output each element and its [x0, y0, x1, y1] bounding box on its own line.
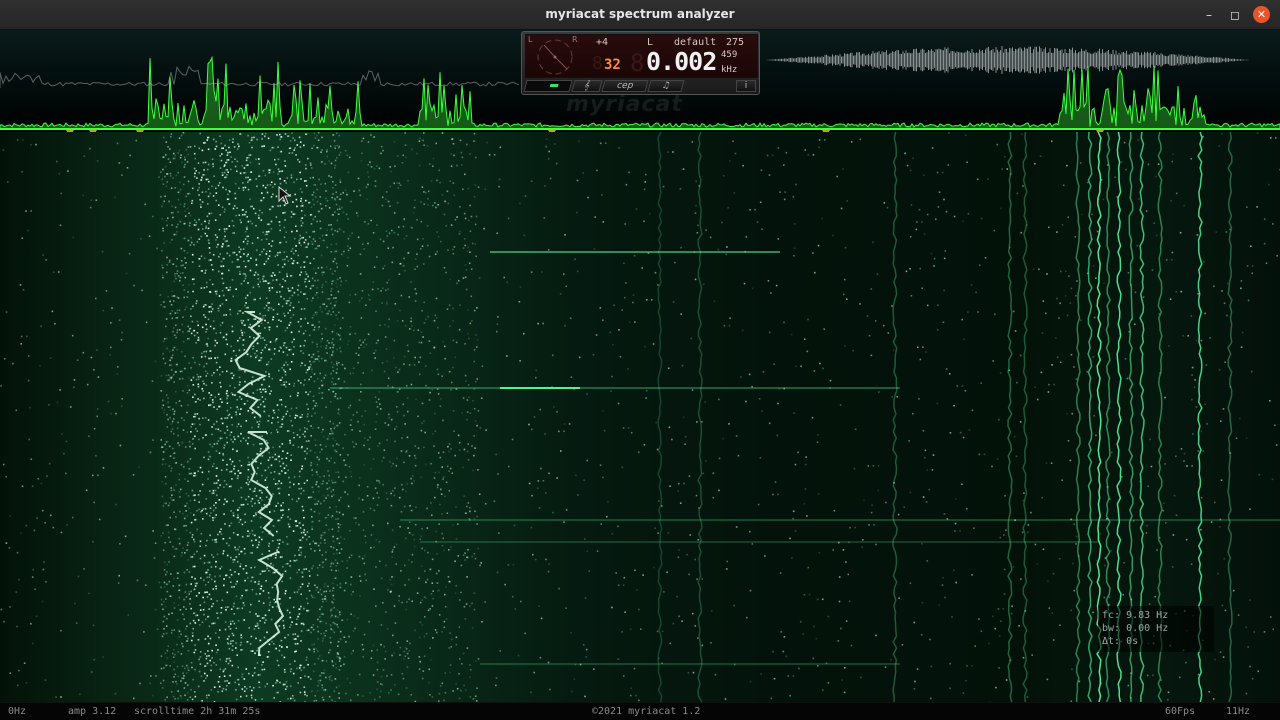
tone-line-14: [697, 132, 703, 702]
mouse-pointer-icon: [278, 186, 292, 205]
readout-center-frequency: fc: 9.83 Hz: [1102, 610, 1169, 621]
fps-label: 60Fps: [1165, 706, 1196, 717]
readout-bandwidth: bw: 0.00 Hz: [1102, 623, 1169, 634]
waterfall-canvas: [0, 132, 1280, 702]
tone-line-2: [1087, 132, 1093, 702]
lcd-ghost-digit: 8: [592, 53, 603, 74]
readout-time-delta: Δt: 0s: [1102, 636, 1139, 647]
tone-line-10: [1227, 132, 1233, 702]
amplitude-label[interactable]: amp 3.12: [68, 706, 116, 717]
scrolltime-label[interactable]: scrolltime 2h 31m 25s: [134, 706, 260, 717]
title-bar: myriacat spectrum analyzer – ◻ ✕: [0, 0, 1280, 30]
cursor-readout: fc: 9.83 Hz bw: 0.00 Hz Δt: 0s: [1098, 606, 1214, 652]
tone-line-13: [892, 132, 898, 702]
control-panel: L R +4 L default 275 8 32 8 0.002 459 kH…: [521, 31, 760, 95]
cepstrum-button[interactable]: cep: [601, 80, 649, 92]
spectrogram-waterfall[interactable]: [0, 132, 1280, 702]
panel-toolbar: 𝄞 cep ♫ i: [523, 79, 758, 93]
tone-line-11: [1007, 132, 1013, 702]
tone-line-1: [1075, 132, 1081, 702]
info-button[interactable]: i: [736, 80, 756, 92]
music-note-icon[interactable]: ♫: [647, 80, 685, 92]
frequency-sub-value: 459: [721, 50, 738, 60]
bright-trace-3: [256, 551, 285, 657]
status-bar: 0Hz amp 3.12 scrolltime 2h 31m 25s ©2021…: [0, 702, 1280, 720]
lcd-ghost-digit-large: 8: [630, 49, 645, 77]
min-frequency-label: 0Hz: [8, 706, 27, 717]
window-title: myriacat spectrum analyzer: [545, 7, 735, 21]
watermark-logo: myriacat: [566, 92, 683, 117]
level-meter-fill: [549, 84, 559, 87]
preset-number: 275: [726, 37, 745, 48]
waveform-trace: [766, 46, 1249, 74]
maximize-button[interactable]: ◻: [1227, 7, 1243, 23]
minimize-button[interactable]: –: [1201, 7, 1217, 23]
offset-value[interactable]: +4: [596, 37, 608, 48]
lcd-screen: L R +4 L default 275 8 32 8 0.002 459 kH…: [525, 34, 758, 78]
close-button[interactable]: ✕: [1253, 6, 1270, 23]
level-meter: [523, 80, 573, 92]
copyright-label: ©2021 myriacat 1.2: [592, 706, 701, 717]
stereo-dial-icon[interactable]: [530, 36, 580, 78]
tone-line-15: [657, 132, 663, 702]
max-frequency-label: 11Hz: [1226, 706, 1251, 717]
frequency-unit: kHz: [721, 65, 738, 75]
frequency-readout: 0.002: [646, 47, 717, 76]
tone-line-12: [1022, 132, 1028, 702]
voice-icon[interactable]: 𝄞: [571, 80, 603, 92]
lcd-small-value: 32: [604, 57, 621, 73]
